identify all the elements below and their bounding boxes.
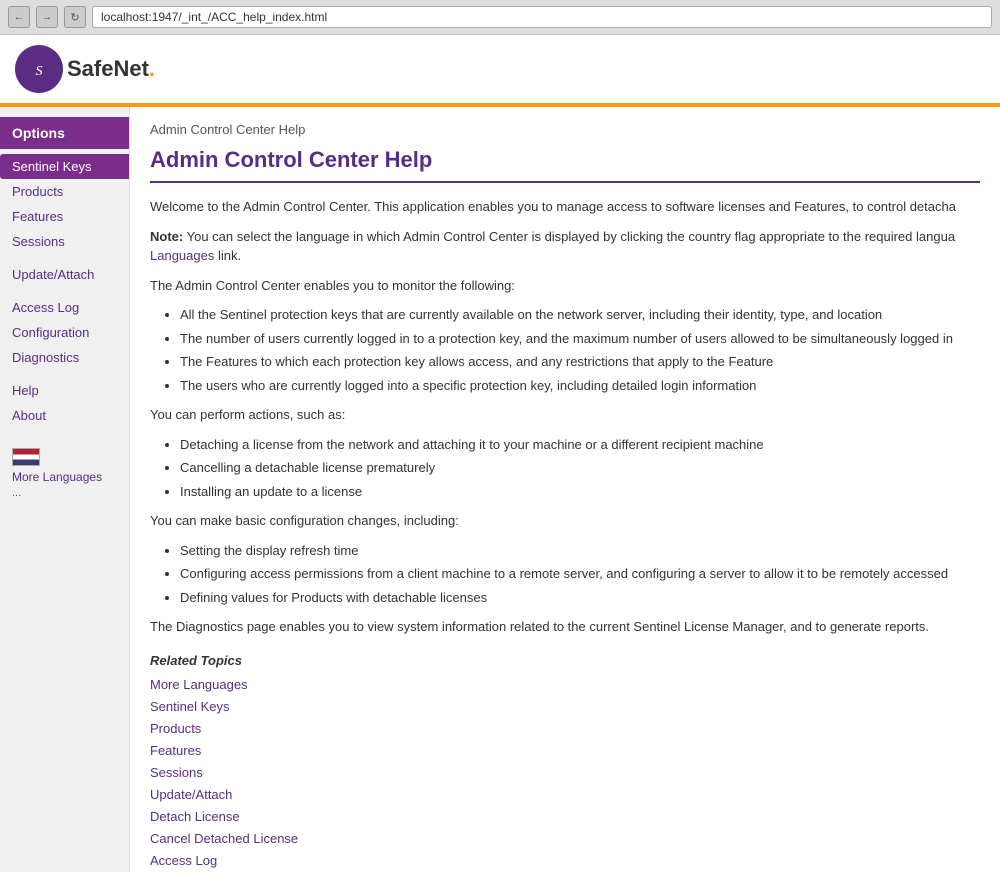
related-link-more-languages[interactable]: More Languages: [150, 674, 980, 696]
browser-chrome: ← → ↻: [0, 0, 1000, 35]
us-flag-icon[interactable]: [12, 448, 40, 466]
logo-dot: .: [149, 56, 155, 82]
languages-link[interactable]: Languages: [150, 248, 214, 263]
sidebar-item-access-log[interactable]: Access Log: [0, 295, 129, 320]
list-item: Defining values for Products with detach…: [180, 588, 980, 608]
logo: S SafeNet.: [15, 45, 155, 93]
layout: Options Sentinel Keys Products Features …: [0, 107, 1000, 872]
sidebar-item-sentinel-keys[interactable]: Sentinel Keys: [0, 154, 129, 179]
related-topics-title: Related Topics: [150, 653, 980, 668]
sidebar: Options Sentinel Keys Products Features …: [0, 107, 130, 872]
related-link-sentinel-keys[interactable]: Sentinel Keys: [150, 696, 980, 718]
logo-text: SafeNet: [67, 56, 149, 82]
svg-text:S: S: [36, 64, 43, 79]
make-text: You can make basic configuration changes…: [150, 511, 980, 531]
forward-button[interactable]: →: [36, 6, 58, 28]
breadcrumb: Admin Control Center Help: [150, 122, 980, 137]
related-link-access-log[interactable]: Access Log: [150, 850, 980, 872]
related-topics: Related Topics More Languages Sentinel K…: [150, 653, 980, 873]
intro-paragraph: Welcome to the Admin Control Center. Thi…: [150, 197, 980, 217]
flag-area: More Languages ...: [0, 438, 129, 509]
main-content: Admin Control Center Help Admin Control …: [130, 107, 1000, 872]
list-item: Installing an update to a license: [180, 482, 980, 502]
sidebar-title: Options: [0, 117, 129, 149]
list-item: The number of users currently logged in …: [180, 329, 980, 349]
related-link-detach-license[interactable]: Detach License: [150, 806, 980, 828]
sidebar-item-configuration[interactable]: Configuration: [0, 320, 129, 345]
header: S SafeNet.: [0, 35, 1000, 107]
related-link-sessions[interactable]: Sessions: [150, 762, 980, 784]
list-item: Detaching a license from the network and…: [180, 435, 980, 455]
sidebar-item-features[interactable]: Features: [0, 204, 129, 229]
address-bar[interactable]: [92, 6, 992, 28]
list-item: Cancelling a detachable license prematur…: [180, 458, 980, 478]
perform-text: You can perform actions, such as:: [150, 405, 980, 425]
config-list: Setting the display refresh time Configu…: [180, 541, 980, 608]
sidebar-item-products[interactable]: Products: [0, 179, 129, 204]
sidebar-item-diagnostics[interactable]: Diagnostics: [0, 345, 129, 370]
page-title: Admin Control Center Help: [150, 147, 980, 183]
actions-list: Detaching a license from the network and…: [180, 435, 980, 502]
related-link-cancel-detached-license[interactable]: Cancel Detached License: [150, 828, 980, 850]
related-link-update-attach[interactable]: Update/Attach: [150, 784, 980, 806]
list-item: Configuring access permissions from a cl…: [180, 564, 980, 584]
reload-button[interactable]: ↻: [64, 6, 86, 28]
back-button[interactable]: ←: [8, 6, 30, 28]
logo-icon: S: [15, 45, 63, 93]
language-dots: ...: [12, 487, 21, 499]
sidebar-item-sessions[interactable]: Sessions: [0, 229, 129, 254]
enables-text: The Admin Control Center enables you to …: [150, 276, 980, 296]
related-link-products[interactable]: Products: [150, 718, 980, 740]
sidebar-item-about[interactable]: About: [0, 403, 129, 428]
diagnostics-text: The Diagnostics page enables you to view…: [150, 617, 980, 637]
list-item: The Features to which each protection ke…: [180, 352, 980, 372]
more-languages-link[interactable]: More Languages: [12, 470, 117, 484]
note-label: Note:: [150, 229, 183, 244]
sidebar-item-help[interactable]: Help: [0, 378, 129, 403]
list-item: Setting the display refresh time: [180, 541, 980, 561]
related-link-features[interactable]: Features: [150, 740, 980, 762]
list-item: The users who are currently logged into …: [180, 376, 980, 396]
list-item: All the Sentinel protection keys that ar…: [180, 305, 980, 325]
sidebar-item-update-attach[interactable]: Update/Attach: [0, 262, 129, 287]
note-paragraph: Note: You can select the language in whi…: [150, 227, 980, 266]
monitor-list: All the Sentinel protection keys that ar…: [180, 305, 980, 395]
